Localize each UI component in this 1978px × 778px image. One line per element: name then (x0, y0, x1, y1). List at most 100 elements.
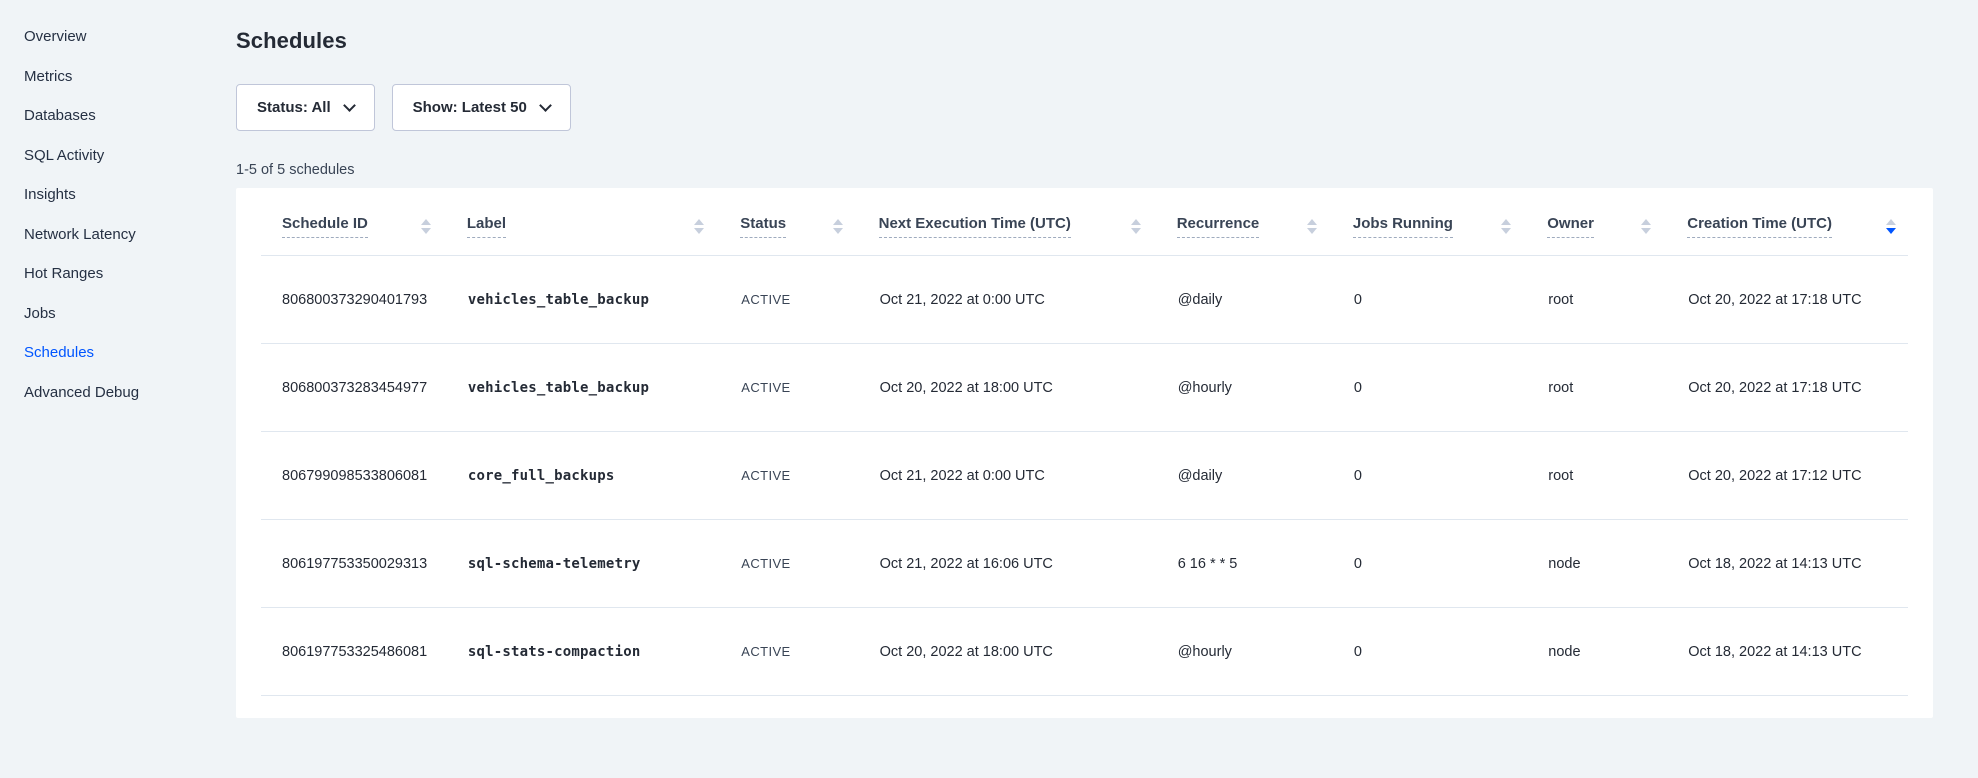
sort-icon[interactable] (1501, 219, 1511, 234)
result-count: 1-5 of 5 schedules (236, 162, 1933, 178)
cell-recurrence: @daily (1177, 432, 1353, 520)
cell-schedule-id: 806197753325486081 (261, 608, 467, 696)
cell-status: ACTIVE (740, 256, 878, 344)
cell-status: ACTIVE (740, 344, 878, 432)
cell-status: ACTIVE (740, 608, 878, 696)
cell-owner: node (1547, 608, 1687, 696)
sort-arrow-down-icon (694, 228, 704, 234)
cell-label: sql-stats-compaction (467, 608, 740, 696)
sidebar-item-metrics[interactable]: Metrics (24, 66, 236, 88)
main-content: Schedules Status: All Show: Latest 50 1-… (236, 0, 1978, 778)
cell-jobs-running: 0 (1353, 432, 1547, 520)
cell-owner: node (1547, 520, 1687, 608)
sidebar-item-insights[interactable]: Insights (24, 184, 236, 206)
app-window: Overview Metrics Databases SQL Activity Insi… (0, 0, 1978, 778)
chevron-down-icon (343, 99, 356, 112)
column-header-label[interactable]: Label (467, 188, 740, 256)
cell-schedule-id: 806799098533806081 (261, 432, 467, 520)
column-header-label: Schedule ID (282, 215, 368, 238)
sort-arrow-down-icon (1307, 228, 1317, 234)
table-row: 806800373283454977 vehicles_table_backup… (261, 344, 1908, 432)
status-filter-dropdown[interactable]: Status: All (236, 84, 375, 131)
column-header-label: Jobs Running (1353, 215, 1453, 238)
cell-jobs-running: 0 (1353, 256, 1547, 344)
table-row: 806800373290401793 vehicles_table_backup… (261, 256, 1908, 344)
sort-arrow-up-icon (421, 219, 431, 225)
cell-jobs-running: 0 (1353, 520, 1547, 608)
page-title: Schedules (236, 28, 1933, 54)
sort-arrow-up-icon (1641, 219, 1651, 225)
sort-arrow-down-icon (833, 228, 843, 234)
sidebar-item-sql-activity[interactable]: SQL Activity (24, 145, 236, 167)
cell-label: core_full_backups (467, 432, 740, 520)
cell-creation-time: Oct 20, 2022 at 17:12 UTC (1687, 432, 1908, 520)
sort-icon[interactable] (1886, 219, 1896, 234)
schedules-table: Schedule ID Label Status Next Execution … (261, 188, 1908, 696)
sidebar-item-databases[interactable]: Databases (24, 105, 236, 127)
sort-arrow-up-icon (1131, 219, 1141, 225)
status-filter-label: Status: All (257, 99, 331, 116)
cell-status: ACTIVE (740, 432, 878, 520)
column-header-recurrence[interactable]: Recurrence (1177, 188, 1353, 256)
sidebar-item-network-latency[interactable]: Network Latency (24, 224, 236, 246)
schedules-table-card: Schedule ID Label Status Next Execution … (236, 188, 1933, 718)
cell-recurrence: 6 16 * * 5 (1177, 520, 1353, 608)
column-header-status[interactable]: Status (740, 188, 878, 256)
cell-creation-time: Oct 18, 2022 at 14:13 UTC (1687, 520, 1908, 608)
cell-jobs-running: 0 (1353, 608, 1547, 696)
cell-next-execution-time: Oct 20, 2022 at 18:00 UTC (879, 344, 1177, 432)
sort-arrow-up-icon (1307, 219, 1317, 225)
sort-arrow-down-icon (421, 228, 431, 234)
cell-creation-time: Oct 20, 2022 at 17:18 UTC (1687, 344, 1908, 432)
sidebar-item-jobs[interactable]: Jobs (24, 303, 236, 325)
column-header-label: Creation Time (UTC) (1687, 215, 1832, 238)
column-header-label: Next Execution Time (UTC) (879, 215, 1071, 238)
sort-icon[interactable] (1641, 219, 1651, 234)
table-row: 806197753325486081 sql-stats-compaction … (261, 608, 1908, 696)
sidebar-item-hot-ranges[interactable]: Hot Ranges (24, 263, 236, 285)
cell-next-execution-time: Oct 21, 2022 at 16:06 UTC (879, 520, 1177, 608)
sort-arrow-down-icon (1886, 228, 1896, 234)
chevron-down-icon (539, 99, 552, 112)
sort-arrow-up-icon (833, 219, 843, 225)
sort-icon[interactable] (1307, 219, 1317, 234)
column-header-owner[interactable]: Owner (1547, 188, 1687, 256)
cell-creation-time: Oct 18, 2022 at 14:13 UTC (1687, 608, 1908, 696)
cell-owner: root (1547, 256, 1687, 344)
sidebar-item-advanced-debug[interactable]: Advanced Debug (24, 382, 236, 404)
column-header-label: Status (740, 215, 786, 238)
column-header-next-execution-time-utc[interactable]: Next Execution Time (UTC) (879, 188, 1177, 256)
table-body: 806800373290401793 vehicles_table_backup… (261, 256, 1908, 696)
sort-icon[interactable] (1131, 219, 1141, 234)
sort-arrow-down-icon (1641, 228, 1651, 234)
cell-recurrence: @daily (1177, 256, 1353, 344)
sidebar-item-overview[interactable]: Overview (24, 26, 236, 48)
show-filter-dropdown[interactable]: Show: Latest 50 (392, 84, 571, 131)
column-header-label: Label (467, 215, 506, 238)
cell-recurrence: @hourly (1177, 344, 1353, 432)
table-row: 806197753350029313 sql-schema-telemetry … (261, 520, 1908, 608)
column-header-label: Recurrence (1177, 215, 1260, 238)
sort-icon[interactable] (833, 219, 843, 234)
sidebar-item-schedules[interactable]: Schedules (24, 342, 236, 364)
sort-icon[interactable] (421, 219, 431, 234)
cell-schedule-id: 806800373290401793 (261, 256, 467, 344)
cell-next-execution-time: Oct 21, 2022 at 0:00 UTC (879, 256, 1177, 344)
cell-next-execution-time: Oct 20, 2022 at 18:00 UTC (879, 608, 1177, 696)
sort-icon[interactable] (694, 219, 704, 234)
cell-recurrence: @hourly (1177, 608, 1353, 696)
column-header-creation-time-utc[interactable]: Creation Time (UTC) (1687, 188, 1908, 256)
column-header-schedule-id[interactable]: Schedule ID (261, 188, 467, 256)
cell-owner: root (1547, 432, 1687, 520)
cell-creation-time: Oct 20, 2022 at 17:18 UTC (1687, 256, 1908, 344)
cell-label: vehicles_table_backup (467, 344, 740, 432)
sort-arrow-down-icon (1501, 228, 1511, 234)
table-row: 806799098533806081 core_full_backups ACT… (261, 432, 1908, 520)
sort-arrow-up-icon (1501, 219, 1511, 225)
cell-jobs-running: 0 (1353, 344, 1547, 432)
column-header-jobs-running[interactable]: Jobs Running (1353, 188, 1547, 256)
cell-owner: root (1547, 344, 1687, 432)
column-header-label: Owner (1547, 215, 1594, 238)
table-header-row: Schedule ID Label Status Next Execution … (261, 188, 1908, 256)
sort-arrow-up-icon (1886, 219, 1896, 225)
